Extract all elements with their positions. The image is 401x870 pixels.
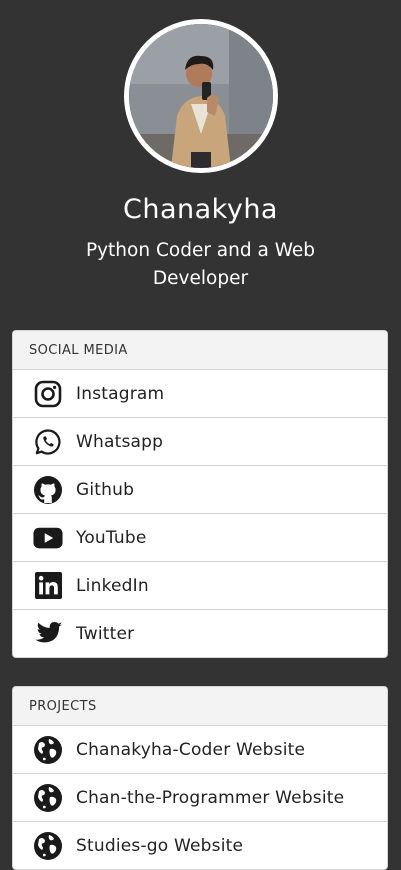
instagram-icon: [33, 379, 63, 409]
social-link-linkedin[interactable]: LinkedIn: [13, 562, 387, 610]
social-link-youtube[interactable]: YouTube: [13, 514, 387, 562]
social-link-label: Instagram: [76, 383, 165, 404]
social-link-instagram[interactable]: Instagram: [13, 370, 387, 418]
globe-icon: [33, 831, 63, 861]
project-link-label: Studies-go Website: [76, 835, 244, 856]
project-link-label: Chanakyha-Coder Website: [76, 739, 306, 760]
avatar: [123, 19, 278, 173]
profile: Chanakyha Python Coder and a Web Develop…: [0, 0, 401, 293]
social-link-twitter[interactable]: Twitter: [13, 610, 387, 657]
project-link-studies-go[interactable]: Studies-go Website: [13, 822, 387, 869]
social-link-github[interactable]: Github: [13, 466, 387, 514]
github-icon: [33, 475, 63, 505]
twitter-icon: [33, 619, 63, 649]
youtube-icon: [33, 523, 63, 553]
projects-header: PROJECTS: [13, 687, 387, 726]
social-link-label: Whatsapp: [76, 431, 164, 452]
globe-icon: [33, 735, 63, 765]
social-link-label: YouTube: [76, 527, 147, 548]
profile-tagline: Python Coder and a Web Developer: [85, 240, 316, 289]
social-link-label: Twitter: [76, 623, 135, 644]
profile-name: Chanakyha: [123, 194, 278, 225]
social-link-whatsapp[interactable]: Whatsapp: [13, 418, 387, 466]
project-link-chan-the-programmer[interactable]: Chan-the-Programmer Website: [13, 774, 387, 822]
globe-icon: [33, 783, 63, 813]
social-media-header: SOCIAL MEDIA: [13, 331, 387, 370]
project-link-label: Chan-the-Programmer Website: [76, 787, 345, 808]
whatsapp-icon: [33, 427, 63, 457]
social-link-label: Github: [76, 479, 135, 500]
profile-photo: [128, 24, 273, 168]
linkedin-icon: [33, 571, 63, 601]
social-link-label: LinkedIn: [76, 575, 149, 596]
project-link-chanakyha-coder[interactable]: Chanakyha-Coder Website: [13, 726, 387, 774]
projects-card: PROJECTS Chanakyha-Coder Website Chan-th…: [12, 686, 388, 870]
social-media-card: SOCIAL MEDIA Instagram Whatsapp Github Y…: [12, 330, 388, 658]
